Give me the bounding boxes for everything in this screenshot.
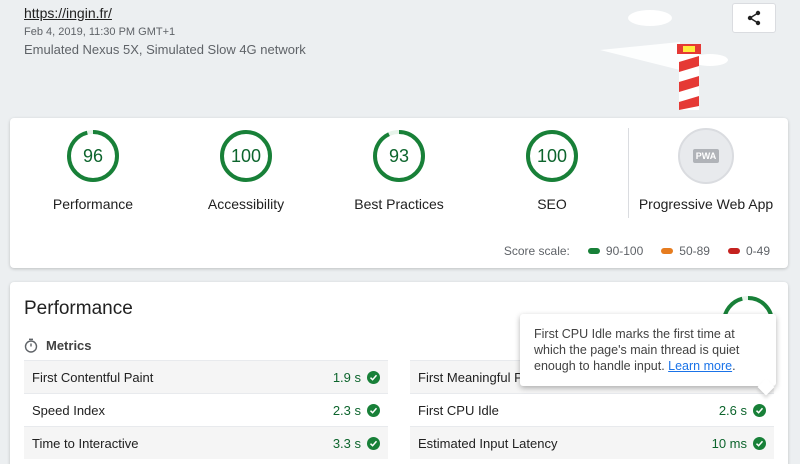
scale-range: 90-100 [605,244,644,258]
average-pill-icon [661,248,674,254]
metrics-label: Metrics [46,338,92,353]
pwa-badge: PWA [678,128,734,184]
gauge-ring: 100 [218,128,274,184]
score-scale: Score scale: 90-100 50-89 0-49 [504,244,770,258]
report-header: https://ingin.fr/ Feb 4, 2019, 11:30 PM … [0,0,800,116]
metric-name: First Contentful Paint [32,369,154,385]
gauge-label: Best Practices [354,196,444,212]
metric-value: 3.3 s [332,435,361,451]
gauge-score: 93 [388,146,410,166]
scores-summary-card: 96 Performance 100 Accessibility 93 Best… [10,118,788,268]
metric-tooltip: First CPU Idle marks the first time at w… [520,314,776,396]
scale-item-fail: 0-49 [727,244,770,258]
gauge-label: SEO [537,196,567,212]
learn-more-link[interactable]: Learn more [668,359,732,373]
gauge-ring: 96 [65,128,121,184]
report-date: Feb 4, 2019, 11:30 PM GMT+1 [24,26,176,38]
gauge-score: 96 [82,146,104,166]
gauge-seo[interactable]: 100 SEO [482,128,622,212]
check-icon [753,436,766,450]
gauge-score: 100 [230,146,262,166]
gauge-divider [628,128,629,218]
metric-name: Time to Interactive [32,435,139,451]
check-icon [367,436,380,450]
check-icon [367,403,380,417]
metric-name: First CPU Idle [418,402,499,418]
lighthouse-illustration [600,10,728,110]
scale-range: 0-49 [745,244,770,258]
tooltip-suffix: . [732,359,736,373]
report-url-link[interactable]: https://ingin.fr/ [24,5,112,21]
section-title: Performance [24,298,133,319]
fail-pill-icon [727,248,740,254]
gauge-ring: 93 [371,128,427,184]
metric-name: Estimated Input Latency [418,435,558,451]
metric-row[interactable]: Estimated Input Latency 10 ms [410,426,774,459]
metric-value: 1.9 s [332,369,361,385]
gauge-score: 100 [536,146,568,166]
scale-item-pass: 90-100 [587,244,644,258]
metric-value: 10 ms [711,435,747,451]
gauge-pwa[interactable]: PWA Progressive Web App [636,128,776,212]
gauge-best-practices[interactable]: 93 Best Practices [329,128,469,212]
metrics-header: Metrics [24,338,92,353]
metrics-left-column: First Contentful Paint 1.9 s Speed Index… [24,360,388,459]
stopwatch-icon [24,338,38,353]
share-button[interactable] [732,3,776,33]
metric-row[interactable]: Time to Interactive 3.3 s [24,426,388,459]
metric-name: Speed Index [32,402,106,418]
score-scale-label: Score scale: [503,244,570,258]
metric-row[interactable]: Speed Index 2.3 s [24,393,388,426]
metric-value: 2.6 s [718,402,747,418]
scale-range: 50-89 [679,244,710,258]
report-environment: Emulated Nexus 5X, Simulated Slow 4G net… [24,42,306,57]
check-icon [753,403,766,417]
gauge-accessibility[interactable]: 100 Accessibility [176,128,316,212]
check-icon [367,370,380,384]
metric-row[interactable]: First Contentful Paint 1.9 s [24,360,388,393]
metric-row[interactable]: First CPU Idle 2.6 s [410,393,774,426]
gauge-performance[interactable]: 96 Performance [23,128,163,212]
pass-pill-icon [587,248,600,254]
scale-item-average: 50-89 [661,244,710,258]
share-icon [747,10,761,26]
gauge-label: Progressive Web App [638,196,774,212]
gauge-ring: 100 [524,128,580,184]
pwa-icon: PWA [692,149,720,163]
gauge-label: Performance [52,196,134,212]
metric-value: 2.3 s [332,402,361,418]
gauge-label: Accessibility [207,196,285,212]
